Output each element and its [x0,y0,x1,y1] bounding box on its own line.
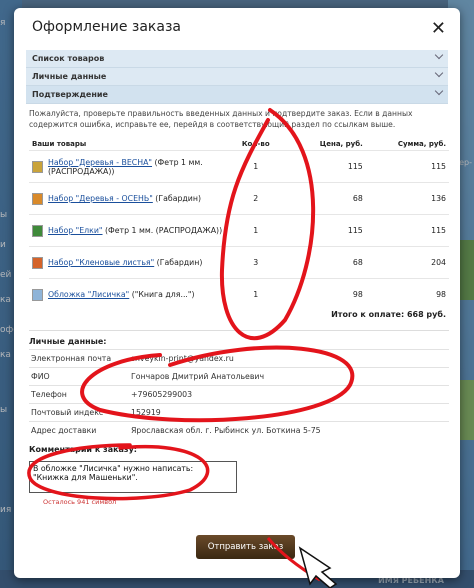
chevron-down-icon [434,86,444,96]
order-dialog: Оформление заказа ✕ Список товаров Личны… [14,8,460,578]
product-thumbnail [32,224,43,237]
accordion-label: Подтверждение [32,90,108,99]
field-value: +79605299003 [131,390,193,399]
accordion-products[interactable]: Список товаров [26,50,448,68]
personal-row: Телефон +79605299003 [29,385,449,403]
table-header: Ваши товары Кол-во Цена, руб. Сумма, руб… [29,138,449,151]
product-cell: Обложка "Лисичка" ("Книга для...") [29,278,229,310]
divider [29,330,449,331]
personal-row: ФИО Гончаров Дмитрий Анатольевич [29,367,449,385]
personal-row: Электронная почта snveykin-print@yandex.r… [29,349,449,367]
price-cell: 98 [282,278,366,310]
product-link[interactable]: Обложка "Лисичка" [48,290,129,299]
price-cell: 115 [282,214,366,247]
qty-cell: 2 [228,182,283,215]
items-table: Ваши товары Кол-во Цена, руб. Сумма, руб… [29,138,449,310]
product-thumbnail [32,160,43,173]
product-link[interactable]: Набор "Деревья - ВЕСНА" [48,158,152,167]
chevron-down-icon [434,50,444,60]
product-link[interactable]: Набор "Елки" [48,226,103,235]
price-cell: 115 [282,150,366,183]
field-label: Адрес доставки [31,426,97,435]
qty-cell: 3 [228,246,283,279]
table-row: Набор "Елки" (Фетр 1 мм. (РАСПРОДАЖА)) 1 1… [29,214,449,247]
product-variant: (Габардин) [152,194,202,203]
sum-cell: 115 [365,214,449,247]
price-cell: 68 [282,182,366,215]
col-header: Ваши товары [32,140,87,148]
table-row: Набор "Кленовые листья" (Габардин) 3 68 204 [29,246,449,279]
product-thumbnail [32,192,43,205]
table-row: Обложка "Лисичка" ("Книга для...") 1 98 98 [29,278,449,310]
intro-text: Пожалуйста, проверьте правильность введе… [29,109,413,129]
field-label: Электронная почта [31,354,112,363]
table-row: Набор "Деревья - ОСЕНЬ" (Габардин) 2 68 136 [29,182,449,215]
price-cell: 68 [282,246,366,279]
comment-field[interactable]: В обложке "Лисичка" нужно написать: "Кни… [29,461,237,493]
chevron-down-icon [434,68,444,78]
field-value: 152919 [131,408,161,417]
accordion-label: Личные данные [32,72,107,81]
qty-cell: 1 [228,150,283,183]
product-cell: Набор "Елки" (Фетр 1 мм. (РАСПРОДАЖА)) [29,214,229,247]
qty-cell: 1 [228,214,283,247]
field-value: Гончаров Дмитрий Анатольевич [131,372,265,381]
sum-cell: 115 [365,150,449,183]
col-header: Кол-во [241,140,270,148]
close-icon[interactable]: ✕ [431,18,446,39]
field-label: Почтовый индекс [31,408,104,417]
table-row: Набор "Деревья - ВЕСНА" (Фетр 1 мм. (РАС… [29,150,449,183]
col-header: Цена, руб. [319,140,363,148]
accordion-label: Список товаров [32,54,105,63]
personal-row: Адрес доставки Ярославская обл. г. Рыбинс… [29,421,449,439]
submit-order-button[interactable]: Отправить заказ [196,535,295,559]
accordion-personal[interactable]: Личные данные [26,68,448,86]
comment-text: В обложке "Лисичка" нужно написать: "Кни… [33,464,194,482]
field-value: snveykin-print@yandex.ru [131,354,234,363]
field-value: Ярославская обл. г. Рыбинск ул. Боткина … [131,426,321,435]
product-thumbnail [32,288,43,301]
qty-cell: 1 [228,278,283,310]
accordion-confirm[interactable]: Подтверждение [26,86,448,104]
remaining-chars: Осталось 941 символ [43,498,117,506]
dialog-title: Оформление заказа [32,19,181,35]
field-label: ФИО [31,372,50,381]
order-total: Итого к оплате: 668 руб. [331,310,446,319]
product-cell: Набор "Кленовые листья" (Габардин) [29,246,229,279]
personal-row: Почтовый индекс 152919 [29,403,449,421]
product-variant: ("Книга для...") [129,290,195,299]
product-cell: Набор "Деревья - ОСЕНЬ" (Габардин) [29,182,229,215]
product-cell: Набор "Деревья - ВЕСНА" (Фетр 1 мм. (РАС… [29,150,229,183]
sum-cell: 204 [365,246,449,279]
product-variant: (Фетр 1 мм. (РАСПРОДАЖА)) [102,226,223,235]
personal-heading: Личные данные: [29,337,107,346]
col-header: Сумма, руб. [397,140,446,148]
field-label: Телефон [31,390,67,399]
product-variant: (Габардин) [154,258,203,267]
product-link[interactable]: Набор "Деревья - ОСЕНЬ" [48,194,153,203]
sum-cell: 136 [365,182,449,215]
product-thumbnail [32,256,43,269]
product-link[interactable]: Набор "Кленовые листья" [48,258,154,267]
sum-cell: 98 [365,278,449,310]
comment-heading: Комментарий к заказу: [29,445,137,454]
